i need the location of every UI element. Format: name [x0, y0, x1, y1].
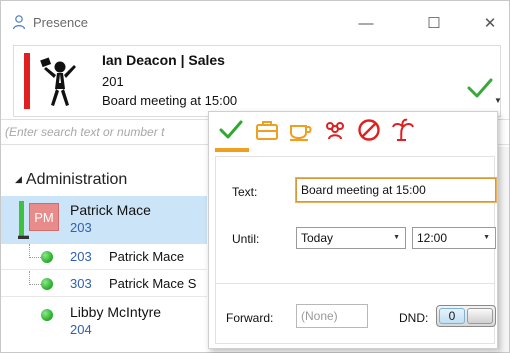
until-time-select[interactable]: 12:00 ▼	[412, 227, 496, 249]
until-label: Until:	[232, 232, 260, 246]
list-item[interactable]: 203 Patrick Mace	[1, 244, 207, 270]
group-header-administration[interactable]: ◢ Administration	[15, 171, 127, 189]
entry-name: Patrick Mace S	[109, 276, 197, 291]
avatar	[36, 53, 84, 109]
person-icon	[11, 14, 27, 30]
contact-row-selected[interactable]: PM ▬ Patrick Mace 203	[1, 196, 207, 244]
meeting-people-icon[interactable]	[321, 116, 349, 144]
presence-window: Presence — ☐ ✕ Ian Deacon | Sales 201 Bo…	[0, 0, 510, 353]
title-bar: Presence — ☐ ✕	[1, 1, 509, 45]
collapse-triangle-icon[interactable]: ◢	[15, 174, 22, 184]
contact-name: Libby McIntyre	[70, 304, 162, 320]
close-button[interactable]: ✕	[475, 11, 505, 35]
status-form: Text: Board meeting at 15:00 Until: Toda…	[215, 156, 497, 344]
chevron-down-icon: ▼	[483, 234, 490, 241]
divider	[216, 283, 494, 284]
scrollbar[interactable]	[498, 147, 509, 352]
contact-extension[interactable]: 204	[70, 322, 92, 337]
presence-dot-icon	[41, 278, 53, 290]
text-label: Text:	[232, 185, 258, 199]
chevron-down-icon: ▼	[393, 234, 400, 241]
minimize-button[interactable]: —	[351, 11, 381, 35]
available-check-icon[interactable]	[217, 116, 245, 144]
list-item[interactable]: 303 Patrick Mace S	[1, 271, 207, 297]
maximize-button[interactable]: ☐	[419, 11, 449, 35]
collapse-icon[interactable]: ▬	[18, 230, 29, 242]
until-day-select[interactable]: Today ▼	[296, 227, 406, 249]
palm-tree-icon[interactable]	[389, 116, 417, 144]
status-color-bar	[24, 53, 30, 109]
contact-name: Patrick Mace	[70, 202, 151, 218]
until-day-value: Today	[301, 231, 334, 245]
selected-status-indicator	[215, 148, 249, 152]
coffee-cup-icon[interactable]	[287, 116, 315, 144]
contact-extension[interactable]: 203	[70, 220, 92, 235]
forward-label: Forward:	[226, 311, 274, 325]
group-label: Administration	[25, 171, 128, 188]
presence-dot-icon	[41, 309, 53, 321]
forward-field[interactable]: (None)	[296, 304, 368, 328]
status-icon-strip	[209, 112, 497, 152]
window-title: Presence	[33, 15, 88, 30]
status-text-field[interactable]: Board meeting at 15:00	[295, 177, 497, 203]
user-name: Ian Deacon | Sales	[102, 52, 225, 68]
do-not-disturb-icon[interactable]	[355, 116, 383, 144]
user-extension: 201	[102, 74, 124, 89]
entry-name: Patrick Mace	[109, 249, 185, 264]
chevron-down-icon[interactable]: ▼	[494, 96, 502, 105]
my-presence-card[interactable]: Ian Deacon | Sales 201 Board meeting at …	[13, 45, 502, 117]
dnd-value: 0	[439, 308, 465, 324]
entry-extension[interactable]: 303	[70, 276, 92, 291]
toggle-knob[interactable]	[467, 308, 493, 324]
check-icon[interactable]	[466, 76, 494, 100]
dnd-toggle[interactable]: 0	[436, 305, 496, 327]
status-popup: Text: Board meeting at 15:00 Until: Toda…	[208, 111, 498, 349]
briefcase-icon[interactable]	[253, 116, 281, 144]
presence-dot-icon	[41, 251, 53, 263]
user-status-text: Board meeting at 15:00	[102, 93, 238, 108]
contact-row[interactable]: Libby McIntyre 204	[1, 298, 207, 346]
avatar: PM	[29, 203, 59, 231]
until-time-value: 12:00	[417, 231, 448, 245]
entry-extension[interactable]: 203	[70, 249, 92, 264]
dnd-label: DND:	[399, 311, 429, 325]
